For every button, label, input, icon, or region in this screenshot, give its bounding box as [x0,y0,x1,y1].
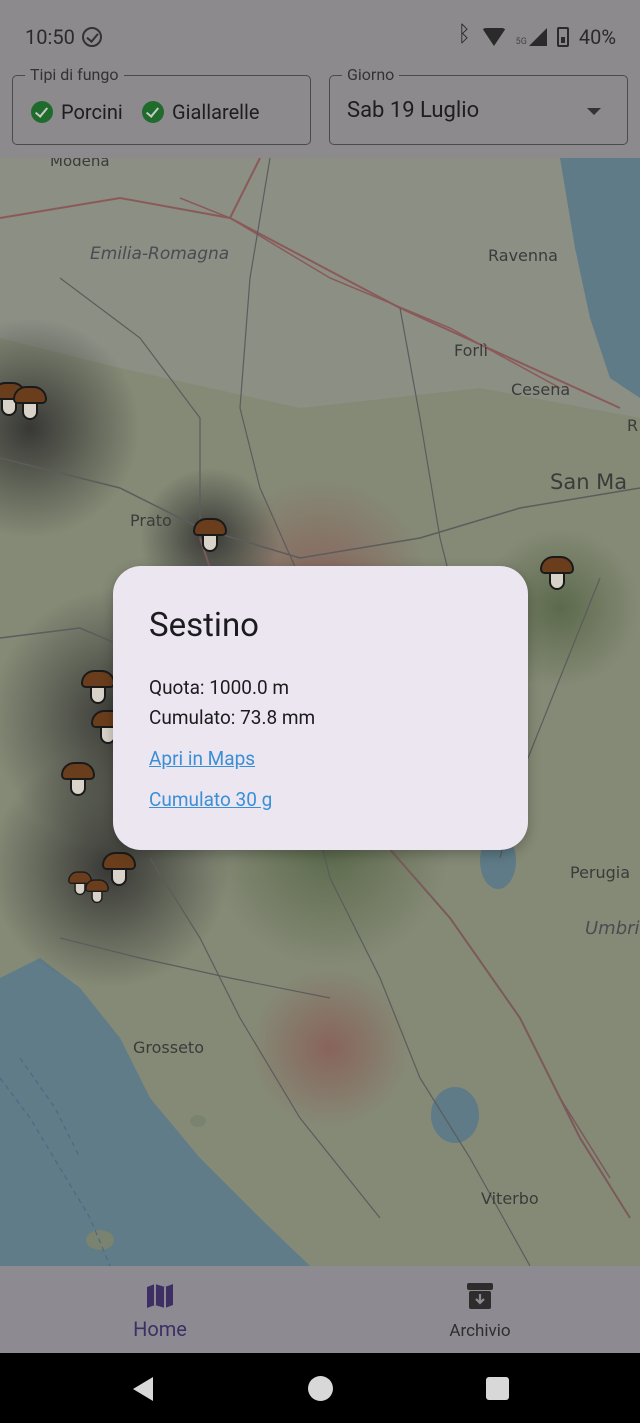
rainfall-30-days-link[interactable]: Cumulato 30 g [149,788,272,811]
day-label: Giorno [342,65,400,84]
mushroom-type-filter[interactable]: Tipi di fungo Porcini Giallarelle [12,65,311,145]
check-icon [142,101,164,123]
map-label-cesena: Cesena [511,380,571,399]
battery-level: 40% [578,25,616,49]
map-label-modena: Modena [50,158,110,170]
map-label-prato: Prato [130,511,172,530]
bottom-navigation: Home Archivio [0,1266,640,1353]
map-label-ravenna: Ravenna [488,246,558,265]
rainfall-text: Cumulato: 73.8 mm [149,706,316,729]
back-icon[interactable] [133,1377,153,1401]
battery-icon [556,27,569,47]
system-navigation-bar [0,1353,640,1423]
bluetooth-icon [458,22,472,48]
map-icon [147,1284,173,1308]
mushroom-marker[interactable] [13,386,47,422]
nav-item-home[interactable]: Home [0,1266,320,1353]
chip-giallarelle[interactable]: Giallarelle [142,100,260,124]
map-label-r: R [627,416,639,435]
status-bar: 10:50 5G 40% [0,0,640,70]
mushroom-marker[interactable] [85,879,109,904]
chip-label: Giallarelle [172,100,260,124]
nav-label-archive: Archivio [449,1321,511,1341]
wifi-icon [481,28,506,46]
mushroom-marker[interactable] [61,762,95,798]
dialog-title: Sestino [149,606,259,645]
mushroom-marker[interactable] [81,670,115,706]
dropdown-arrow-icon [587,108,601,115]
archive-icon [467,1283,493,1309]
recent-apps-icon[interactable] [486,1377,509,1400]
location-dialog: Sestino Quota: 1000.0 m Cumulato: 73.8 m… [113,566,528,850]
day-select[interactable]: Giorno Sab 19 Luglio [329,65,628,145]
check-icon [31,101,53,123]
chip-label: Porcini [61,100,123,124]
altitude-text: Quota: 1000.0 m [149,676,290,699]
network-badge: 5G [515,37,527,47]
map-label-grosseto: Grosseto [133,1038,204,1057]
nav-label-home: Home [133,1317,187,1341]
home-icon[interactable] [308,1376,333,1401]
map-label-emilia-romagna: Emilia-Romagna [90,244,230,264]
map-label-san-marino: San Ma [550,470,628,494]
check-circle-icon [82,27,102,47]
mushroom-marker[interactable] [540,556,574,592]
status-time: 10:50 [25,25,75,49]
mushroom-type-label: Tipi di fungo [25,65,124,84]
map-label-viterbo: Viterbo [481,1189,539,1208]
signal-icon [528,28,547,46]
map-label-perugia: Perugia [570,863,631,882]
day-value: Sab 19 Luglio [347,98,480,123]
map-label-umbria: Umbri [585,918,640,939]
chip-porcini[interactable]: Porcini [31,100,123,124]
map-label-forli: Forlì [454,341,488,360]
filter-row: Tipi di fungo Porcini Giallarelle Giorno… [0,65,640,158]
open-in-maps-link[interactable]: Apri in Maps [149,747,255,770]
nav-item-archive[interactable]: Archivio [320,1266,640,1353]
mushroom-marker[interactable] [193,518,227,554]
status-icons: 5G 40% [458,22,616,50]
